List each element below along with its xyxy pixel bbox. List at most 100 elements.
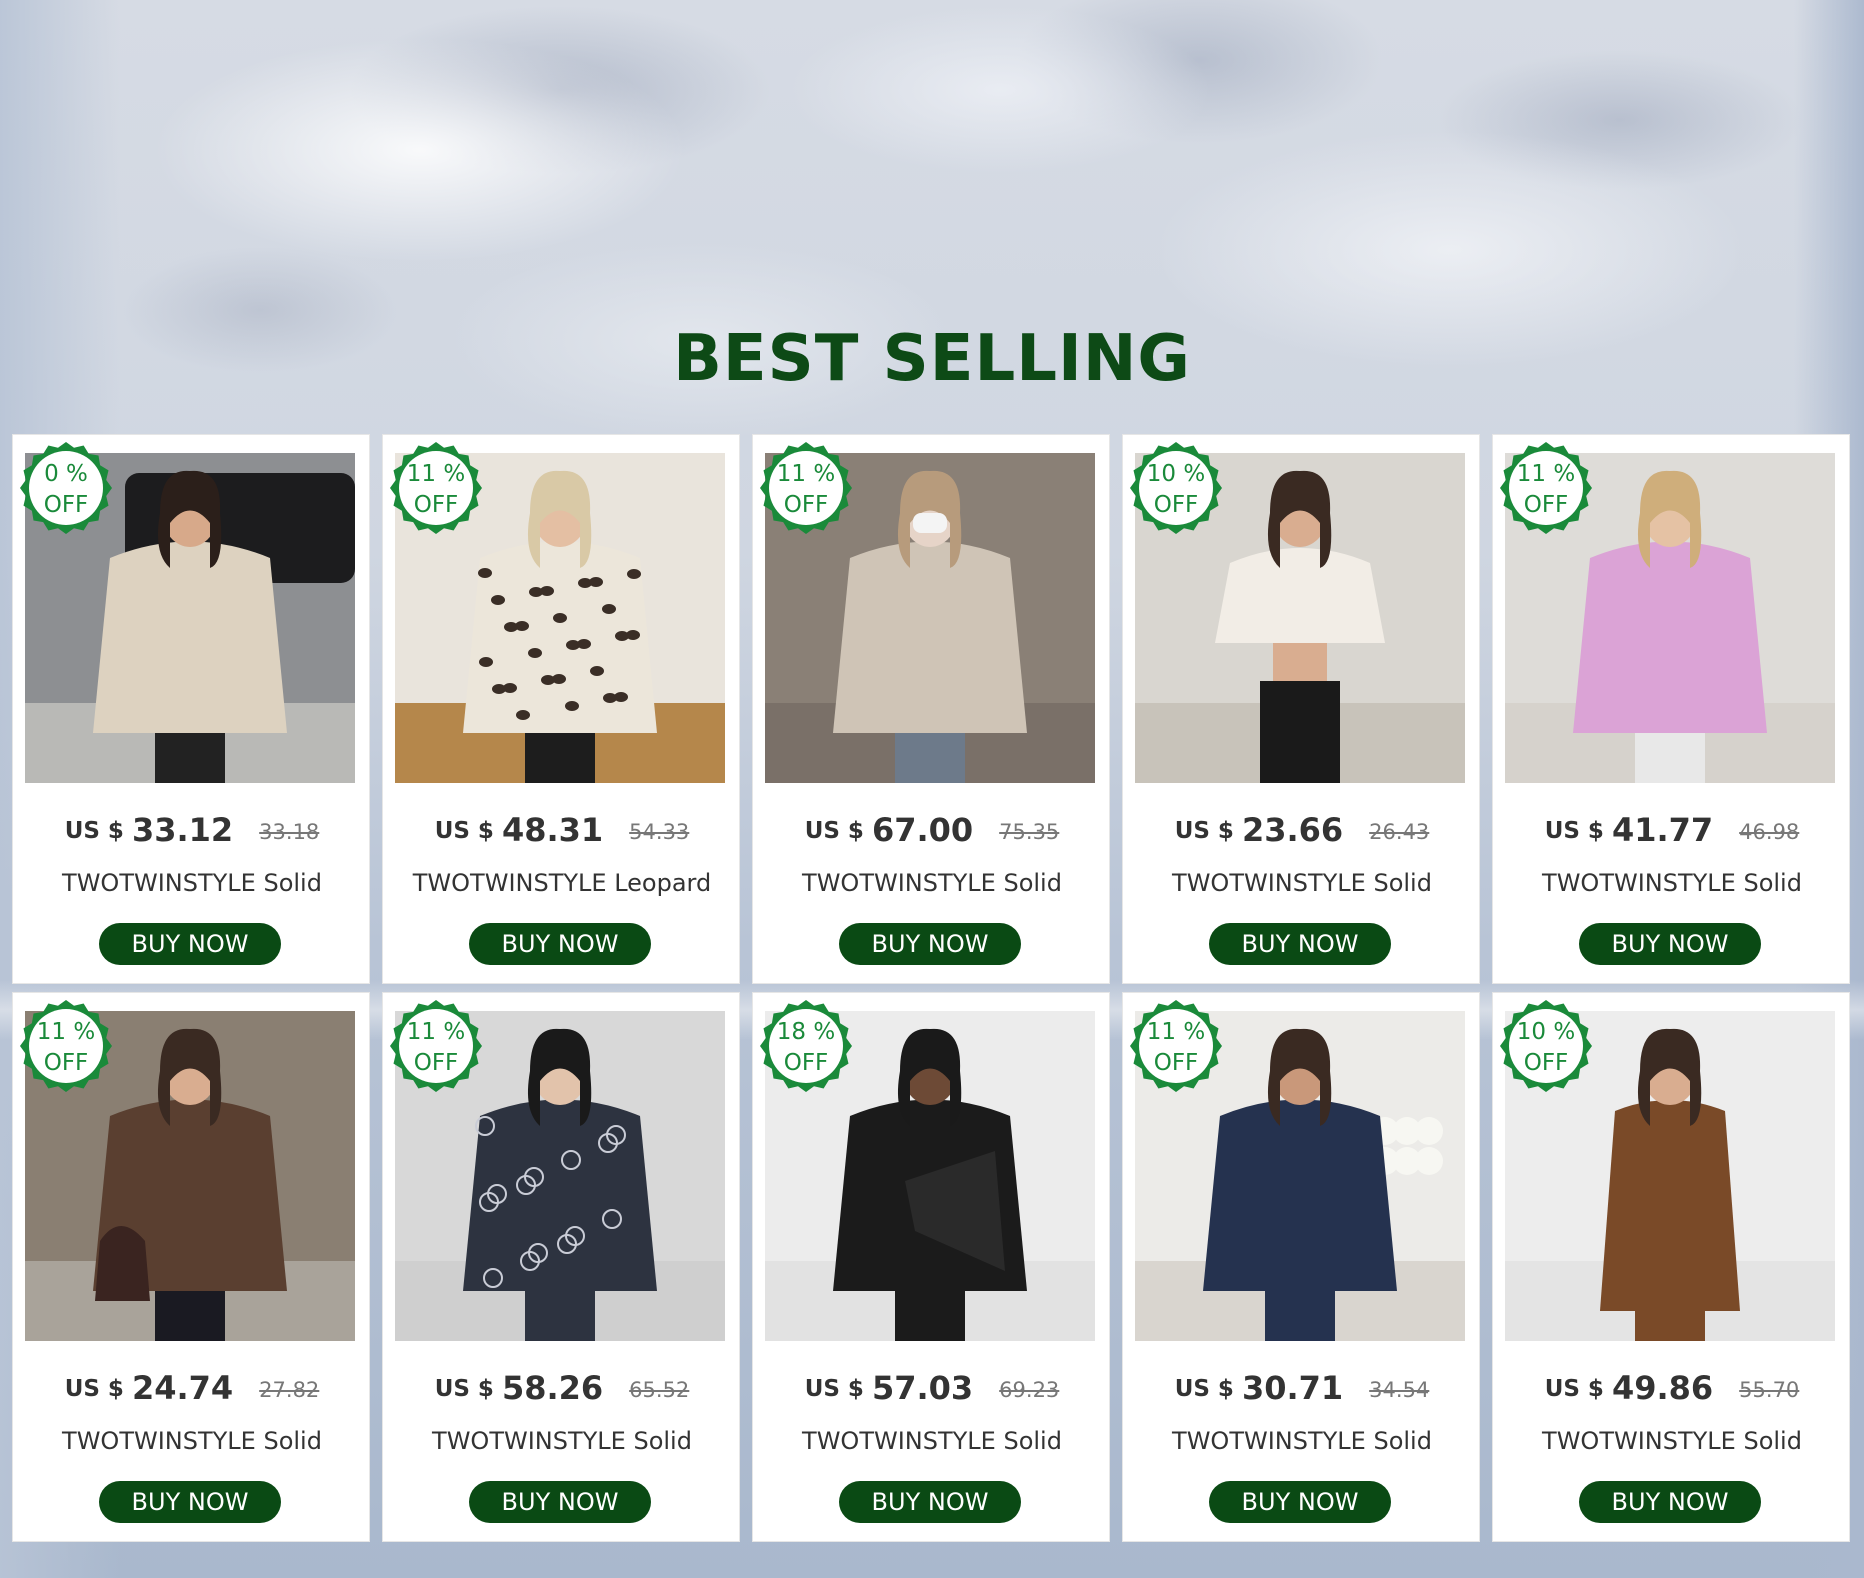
sale-price: 41.77 (1611, 811, 1714, 849)
buy-now-button[interactable]: BUY NOW (839, 923, 1021, 965)
product-name[interactable]: TWOTWINSTYLE Leopard (383, 869, 741, 897)
sale-price: 30.71 (1241, 1369, 1344, 1407)
price-row: US $ 30.71 34.54 (1123, 1369, 1481, 1407)
discount-off-label: OFF (43, 492, 89, 518)
discount-badge: 18 % OFF (759, 999, 853, 1093)
price-row: US $ 49.86 55.70 (1493, 1369, 1851, 1407)
price-row: US $ 57.03 69.23 (753, 1369, 1111, 1407)
currency-label: US $ (64, 1376, 124, 1402)
buy-now-button[interactable]: BUY NOW (99, 1481, 281, 1523)
discount-off-label: OFF (783, 492, 829, 518)
discount-badge: 10 % OFF (1499, 999, 1593, 1093)
product-card[interactable]: 11 % OFF US $ 24.74 27.82 TWOTWINSTYLE Sol… (12, 992, 370, 1542)
buy-now-button[interactable]: BUY NOW (1209, 1481, 1391, 1523)
sale-price: 48.31 (501, 811, 604, 849)
buy-now-button[interactable]: BUY NOW (1209, 923, 1391, 965)
buy-now-button[interactable]: BUY NOW (1579, 923, 1761, 965)
product-name[interactable]: TWOTWINSTYLE Solid (13, 1427, 371, 1455)
original-price: 26.43 (1369, 820, 1430, 844)
discount-off-label: OFF (43, 1050, 89, 1076)
original-price: 69.23 (999, 1378, 1060, 1402)
discount-off-label: OFF (1523, 1050, 1569, 1076)
product-name[interactable]: TWOTWINSTYLE Solid (1123, 1427, 1481, 1455)
price-row: US $ 58.26 65.52 (383, 1369, 741, 1407)
original-price: 65.52 (629, 1378, 690, 1402)
discount-badge: 11 % OFF (759, 441, 853, 535)
price-row: US $ 67.00 75.35 (753, 811, 1111, 849)
sale-price: 67.00 (871, 811, 974, 849)
product-card[interactable]: 18 % OFF US $ 57.03 69.23 TWOTWINSTYLE Sol… (752, 992, 1110, 1542)
discount-percent: 11 % (1146, 1019, 1206, 1045)
currency-label: US $ (1174, 1376, 1234, 1402)
discount-badge: 11 % OFF (389, 999, 483, 1093)
product-card[interactable]: 0 % OFF US $ 33.12 33.18 TWOTWINSTYLE Soli… (12, 434, 370, 984)
discount-off-label: OFF (413, 1050, 459, 1076)
price-row: US $ 23.66 26.43 (1123, 811, 1481, 849)
price-row: US $ 48.31 54.33 (383, 811, 741, 849)
currency-label: US $ (434, 1376, 494, 1402)
discount-badge: 11 % OFF (19, 999, 113, 1093)
discount-badge: 0 % OFF (19, 441, 113, 535)
discount-off-label: OFF (1153, 1050, 1199, 1076)
discount-badge: 11 % OFF (1129, 999, 1223, 1093)
discount-badge: 11 % OFF (1499, 441, 1593, 535)
discount-percent: 11 % (36, 1019, 96, 1045)
buy-now-button[interactable]: BUY NOW (839, 1481, 1021, 1523)
discount-percent: 10 % (1516, 1019, 1576, 1045)
product-card[interactable]: 11 % OFF US $ 30.71 34.54 TWOTWINSTYLE Sol… (1122, 992, 1480, 1542)
sale-price: 33.12 (131, 811, 234, 849)
product-name[interactable]: TWOTWINSTYLE Solid (13, 869, 371, 897)
buy-now-button[interactable]: BUY NOW (1579, 1481, 1761, 1523)
product-card[interactable]: 11 % OFF US $ 67.00 75.35 TWOTWINSTYLE Sol… (752, 434, 1110, 984)
discount-percent: 11 % (776, 461, 836, 487)
currency-label: US $ (1544, 1376, 1604, 1402)
product-card[interactable]: 11 % OFF US $ 41.77 46.98 TWOTWINSTYLE Sol… (1492, 434, 1850, 984)
discount-off-label: OFF (1523, 492, 1569, 518)
original-price: 27.82 (259, 1378, 320, 1402)
product-card[interactable]: 11 % OFF US $ 48.31 54.33 TWOTWINSTYLE Leo… (382, 434, 740, 984)
original-price: 34.54 (1369, 1378, 1430, 1402)
original-price: 75.35 (999, 820, 1060, 844)
original-price: 55.70 (1739, 1378, 1800, 1402)
discount-percent: 11 % (1516, 461, 1576, 487)
buy-now-button[interactable]: BUY NOW (99, 923, 281, 965)
price-row: US $ 33.12 33.18 (13, 811, 371, 849)
sale-price: 23.66 (1241, 811, 1344, 849)
discount-badge: 10 % OFF (1129, 441, 1223, 535)
discount-off-label: OFF (783, 1050, 829, 1076)
sale-price: 57.03 (871, 1369, 974, 1407)
product-name[interactable]: TWOTWINSTYLE Solid (1493, 1427, 1851, 1455)
product-name[interactable]: TWOTWINSTYLE Solid (1123, 869, 1481, 897)
product-name[interactable]: TWOTWINSTYLE Solid (753, 1427, 1111, 1455)
discount-off-label: OFF (413, 492, 459, 518)
currency-label: US $ (1544, 818, 1604, 844)
product-name[interactable]: TWOTWINSTYLE Solid (753, 869, 1111, 897)
currency-label: US $ (1174, 818, 1234, 844)
discount-badge: 11 % OFF (389, 441, 483, 535)
original-price: 46.98 (1739, 820, 1800, 844)
product-name[interactable]: TWOTWINSTYLE Solid (383, 1427, 741, 1455)
discount-off-label: OFF (1153, 492, 1199, 518)
discount-percent: 0 % (44, 461, 88, 487)
discount-percent: 11 % (406, 1019, 466, 1045)
sale-price: 58.26 (501, 1369, 604, 1407)
original-price: 33.18 (259, 820, 320, 844)
currency-label: US $ (804, 1376, 864, 1402)
product-grid: 0 % OFF US $ 33.12 33.18 TWOTWINSTYLE Soli… (12, 434, 1852, 1542)
buy-now-button[interactable]: BUY NOW (469, 1481, 651, 1523)
sale-price: 49.86 (1611, 1369, 1714, 1407)
product-card[interactable]: 10 % OFF US $ 49.86 55.70 TWOTWINSTYLE Sol… (1492, 992, 1850, 1542)
price-row: US $ 41.77 46.98 (1493, 811, 1851, 849)
currency-label: US $ (434, 818, 494, 844)
original-price: 54.33 (629, 820, 690, 844)
currency-label: US $ (64, 818, 124, 844)
currency-label: US $ (804, 818, 864, 844)
product-card[interactable]: 11 % OFF US $ 58.26 65.52 TWOTWINSTYLE Sol… (382, 992, 740, 1542)
discount-percent: 18 % (776, 1019, 836, 1045)
product-card[interactable]: 10 % OFF US $ 23.66 26.43 TWOTWINSTYLE Sol… (1122, 434, 1480, 984)
price-row: US $ 24.74 27.82 (13, 1369, 371, 1407)
product-name[interactable]: TWOTWINSTYLE Solid (1493, 869, 1851, 897)
section-title: BEST SELLING (673, 322, 1191, 396)
discount-percent: 10 % (1146, 461, 1206, 487)
buy-now-button[interactable]: BUY NOW (469, 923, 651, 965)
